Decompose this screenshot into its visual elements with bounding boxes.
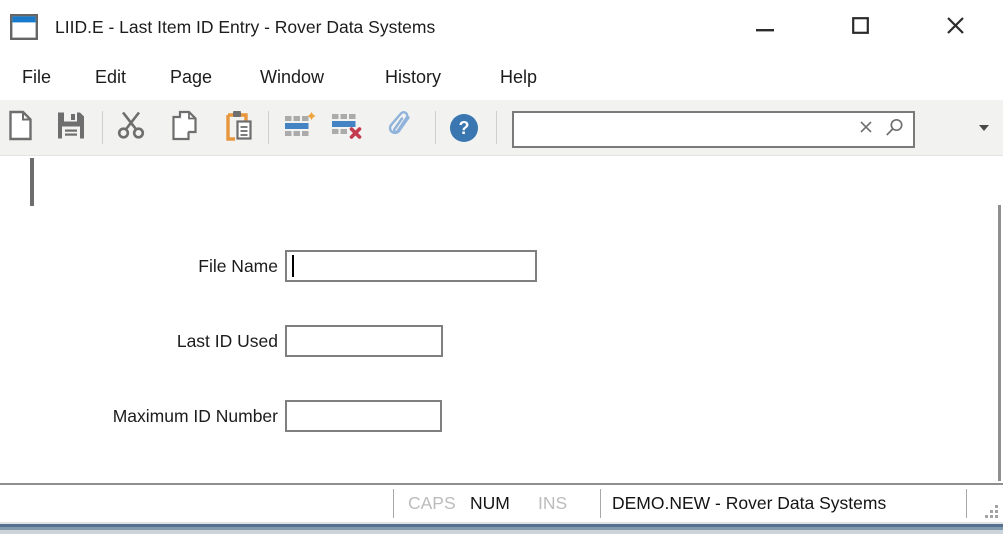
- form-area: File Name Last ID Used Maximum ID Number: [0, 156, 1003, 483]
- last-id-used-field: [285, 325, 443, 357]
- save-icon: [57, 111, 85, 144]
- text-caret: [30, 158, 34, 206]
- menu-window[interactable]: Window: [260, 55, 324, 100]
- app-window: LIID.E - Last Item ID Entry - Rover Data…: [0, 0, 1003, 534]
- copy-pages-icon: [170, 110, 198, 145]
- file-name-input[interactable]: [287, 252, 535, 280]
- menu-history[interactable]: History: [385, 55, 441, 100]
- clear-search-icon[interactable]: [859, 120, 873, 139]
- toolbar-separator: [102, 111, 103, 144]
- menu-edit[interactable]: Edit: [95, 55, 126, 100]
- minimize-icon: [756, 19, 774, 37]
- ins-indicator: INS: [538, 485, 567, 522]
- menu-bar: File Edit Page Window History Help: [0, 55, 1003, 100]
- file-name-field: [285, 250, 537, 282]
- delete-record-icon: [330, 111, 363, 145]
- maximize-button[interactable]: [837, 0, 883, 55]
- num-indicator: NUM: [470, 485, 510, 522]
- vertical-scrollbar[interactable]: [998, 205, 1001, 481]
- attachments-button[interactable]: [387, 110, 417, 146]
- statusbar-separator: [600, 489, 601, 518]
- statusbar-context: DEMO.NEW - Rover Data Systems: [612, 485, 886, 522]
- status-bar: CAPS NUM INS DEMO.NEW - Rover Data Syste…: [0, 483, 1003, 522]
- toolbar: ?: [0, 100, 1003, 156]
- search-box: [512, 111, 915, 148]
- statusbar-separator: [393, 489, 394, 518]
- last-id-used-label: Last ID Used: [0, 325, 278, 357]
- close-button[interactable]: [932, 0, 978, 55]
- title-bar: LIID.E - Last Item ID Entry - Rover Data…: [0, 0, 1003, 55]
- maximum-id-number-label: Maximum ID Number: [0, 400, 278, 432]
- last-id-used-input[interactable]: [287, 327, 441, 355]
- help-button[interactable]: ?: [450, 114, 478, 142]
- chevron-down-icon: [978, 119, 990, 137]
- statusbar-separator: [966, 489, 967, 518]
- save-button[interactable]: [57, 111, 85, 144]
- menu-help[interactable]: Help: [500, 55, 537, 100]
- window-title: LIID.E - Last Item ID Entry - Rover Data…: [55, 0, 435, 55]
- copy-button[interactable]: [170, 110, 198, 145]
- menu-file[interactable]: File: [22, 55, 51, 100]
- scissors-icon: [116, 111, 146, 144]
- app-window-icon[interactable]: [10, 14, 38, 40]
- resize-grip-icon[interactable]: [984, 503, 999, 518]
- window-bottom-border: [0, 522, 1003, 534]
- insert-record-icon: [283, 111, 316, 145]
- toolbar-separator: [435, 111, 436, 144]
- file-name-label: File Name: [0, 250, 278, 282]
- close-icon: [946, 16, 965, 40]
- input-caret: [292, 255, 294, 277]
- menu-page[interactable]: Page: [170, 55, 212, 100]
- maximum-id-number-field: [285, 400, 442, 432]
- insert-record-button[interactable]: [283, 111, 316, 145]
- toolbar-separator: [496, 111, 497, 144]
- new-document-button[interactable]: [9, 110, 32, 145]
- cut-button[interactable]: [116, 111, 146, 144]
- magnifier-icon[interactable]: [885, 118, 904, 142]
- delete-record-button[interactable]: [330, 111, 363, 145]
- toolbar-separator: [268, 111, 269, 144]
- toolbar-overflow-button[interactable]: [974, 118, 994, 138]
- help-icon: ?: [450, 114, 478, 142]
- paste-button[interactable]: [225, 110, 253, 146]
- maximum-id-number-input[interactable]: [287, 402, 440, 430]
- search-input[interactable]: [514, 113, 859, 146]
- search-box-icons: [859, 118, 913, 142]
- clipboard-paste-icon: [225, 110, 253, 146]
- maximize-icon: [852, 17, 869, 39]
- new-document-icon: [9, 110, 32, 145]
- paperclip-icon: [387, 110, 417, 146]
- caps-indicator: CAPS: [408, 485, 456, 522]
- minimize-button[interactable]: [742, 0, 788, 55]
